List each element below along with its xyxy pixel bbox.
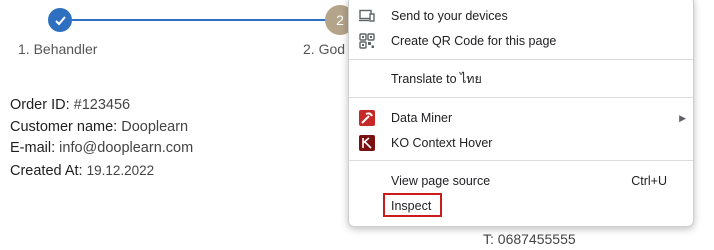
submenu-arrow-icon: ▶ [679, 112, 686, 123]
qr-code-icon [359, 33, 375, 49]
inspect-highlight-box [383, 193, 442, 217]
menu-separator [349, 97, 693, 98]
menu-item-view-source[interactable]: View page source Ctrl+U [349, 169, 693, 193]
stepper-progress-line [72, 19, 330, 21]
menu-separator [349, 59, 693, 60]
contact-phone: T: 0687455555 [483, 231, 576, 247]
checkmark-icon [54, 15, 66, 25]
menu-item-label: KO Context Hover [391, 136, 493, 150]
order-id-row: Order ID: #123456 [10, 95, 193, 117]
menu-item-send-to-devices[interactable]: Send to your devices [349, 4, 693, 28]
email-label: E-mail: [10, 140, 56, 156]
customer-name-label: Customer name: [10, 118, 118, 135]
created-at-row: Created At: 19.12.2022 [10, 160, 193, 183]
menu-separator [349, 160, 693, 161]
step-1-complete-indicator [48, 8, 72, 32]
created-at-label: Created At: [10, 162, 83, 179]
customer-name-value: Dooplearn [121, 118, 189, 135]
created-at-value: 19.12.2022 [86, 162, 155, 178]
menu-item-ko-context-hover[interactable]: KO Context Hover [349, 131, 693, 155]
ko-context-hover-icon [359, 135, 375, 151]
menu-item-label: Send to your devices [391, 9, 508, 23]
order-id-label: Order ID: [10, 97, 70, 113]
email-value: info@dooplearn.com [59, 140, 194, 156]
menu-item-label: View page source [391, 174, 491, 188]
menu-item-label: Translate to ไทย [391, 72, 482, 86]
step-1-label: 1. Behandler [18, 41, 98, 57]
customer-name-row: Customer name: Dooplearn [10, 117, 193, 139]
data-miner-icon [359, 110, 375, 126]
menu-item-label: Create QR Code for this page [391, 34, 557, 48]
devices-icon [359, 8, 375, 24]
menu-item-shortcut: Ctrl+U [631, 174, 667, 188]
email-row: E-mail: info@dooplearn.com [10, 138, 193, 160]
step-2-label: 2. God [303, 41, 346, 57]
menu-item-create-qr[interactable]: Create QR Code for this page [349, 29, 693, 53]
menu-item-data-miner[interactable]: Data Miner ▶ [349, 106, 693, 130]
order-details: Order ID: #123456 Customer name: Dooplea… [10, 95, 193, 182]
menu-item-translate[interactable]: Translate to ไทย [349, 67, 693, 91]
order-id-value: #123456 [73, 97, 131, 113]
menu-item-label: Data Miner [391, 111, 453, 125]
